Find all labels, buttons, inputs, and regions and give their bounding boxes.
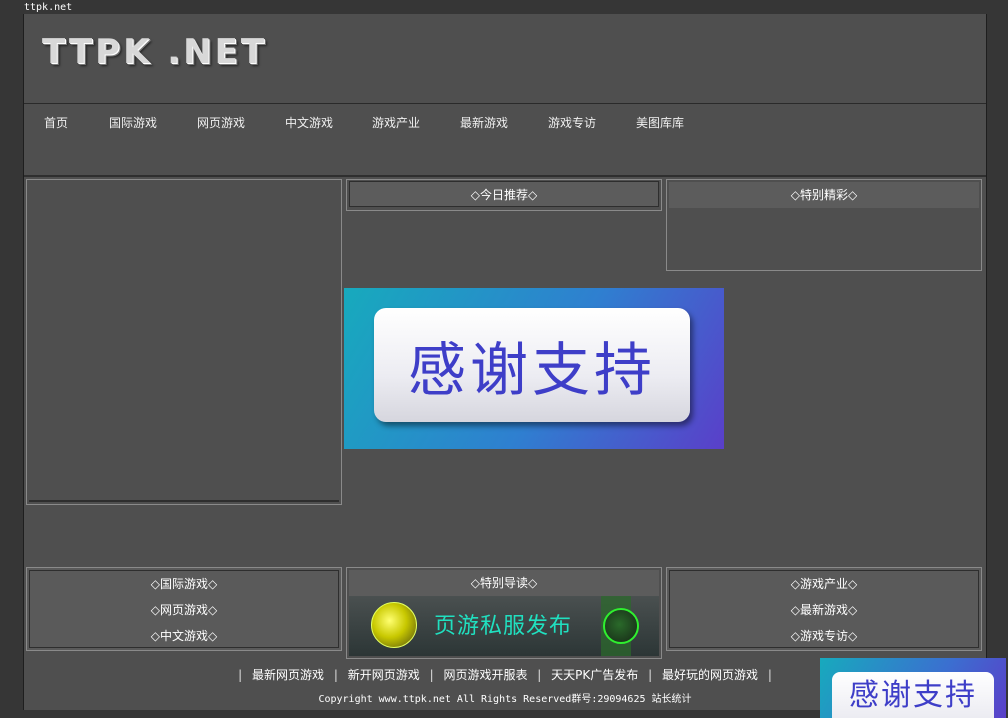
footer-sep: | <box>767 668 772 682</box>
footer-sep: | <box>333 668 338 682</box>
nav-item-interviews[interactable]: 游戏专访 <box>548 114 596 131</box>
link-chinese-games[interactable]: ◇中文游戏◇ <box>27 627 341 644</box>
footer-sep: | <box>537 668 542 682</box>
floating-thanks-ad[interactable]: 感谢支持 <box>820 658 1006 718</box>
footer-link-latest-web-games[interactable]: 最新网页游戏 <box>252 668 324 682</box>
link-interviews[interactable]: ◇游戏专访◇ <box>667 627 981 644</box>
private-server-ad[interactable]: 页游私服发布 <box>349 596 659 656</box>
category-links-left: ◇国际游戏◇ ◇网页游戏◇ ◇中文游戏◇ <box>26 567 342 651</box>
footer-link-ad-publish[interactable]: 天天PK广告发布 <box>551 668 638 682</box>
globe-icon <box>371 602 417 648</box>
floating-thanks-ad-text: 感谢支持 <box>832 672 994 718</box>
left-feature-panel <box>26 179 342 505</box>
today-recommend-heading: ◇今日推荐◇ <box>349 181 659 207</box>
guide-panel: ◇特别导读◇ 页游私服发布 <box>346 567 662 659</box>
footer-link-new-web-games[interactable]: 新开网页游戏 <box>348 668 420 682</box>
today-recommend-panel: ◇今日推荐◇ <box>346 179 662 211</box>
page-container: TTPK .NET 首页 国际游戏 网页游戏 中文游戏 游戏产业 最新游戏 游戏… <box>23 14 987 710</box>
footer-sep: | <box>648 668 653 682</box>
category-links-right: ◇游戏产业◇ ◇最新游戏◇ ◇游戏专访◇ <box>666 567 982 651</box>
thanks-banner[interactable]: 感谢支持 <box>344 288 724 449</box>
footer-link-best-web-games[interactable]: 最好玩的网页游戏 <box>662 668 758 682</box>
nav-divider <box>24 175 986 177</box>
nav-item-industry[interactable]: 游戏产业 <box>372 114 420 131</box>
left-panel-bottom-bar <box>29 500 339 502</box>
special-heading: ◇特别精彩◇ <box>669 182 979 208</box>
nav-item-latest[interactable]: 最新游戏 <box>460 114 508 131</box>
site-tag: ttpk.net <box>24 2 73 13</box>
footer-sep: | <box>429 668 434 682</box>
green-globe-icon <box>603 608 639 644</box>
nav-item-web-games[interactable]: 网页游戏 <box>197 114 245 131</box>
footer-link-server-list[interactable]: 网页游戏开服表 <box>443 668 527 682</box>
nav-item-home[interactable]: 首页 <box>44 114 68 131</box>
header-divider <box>24 103 986 104</box>
nav-item-gallery[interactable]: 美图库库 <box>636 114 684 131</box>
link-web-games[interactable]: ◇网页游戏◇ <box>27 601 341 618</box>
thanks-banner-text: 感谢支持 <box>374 308 690 422</box>
private-server-ad-text: 页游私服发布 <box>434 614 573 639</box>
footer-sep: | <box>238 668 243 682</box>
nav-item-intl-games[interactable]: 国际游戏 <box>109 114 157 131</box>
special-panel: ◇特别精彩◇ <box>666 179 982 271</box>
guide-heading: ◇特别导读◇ <box>349 570 659 596</box>
site-logo[interactable]: TTPK .NET <box>42 32 267 72</box>
nav-item-chinese-games[interactable]: 中文游戏 <box>285 114 333 131</box>
link-latest[interactable]: ◇最新游戏◇ <box>667 601 981 618</box>
link-industry[interactable]: ◇游戏产业◇ <box>667 575 981 592</box>
link-intl-games[interactable]: ◇国际游戏◇ <box>27 575 341 592</box>
